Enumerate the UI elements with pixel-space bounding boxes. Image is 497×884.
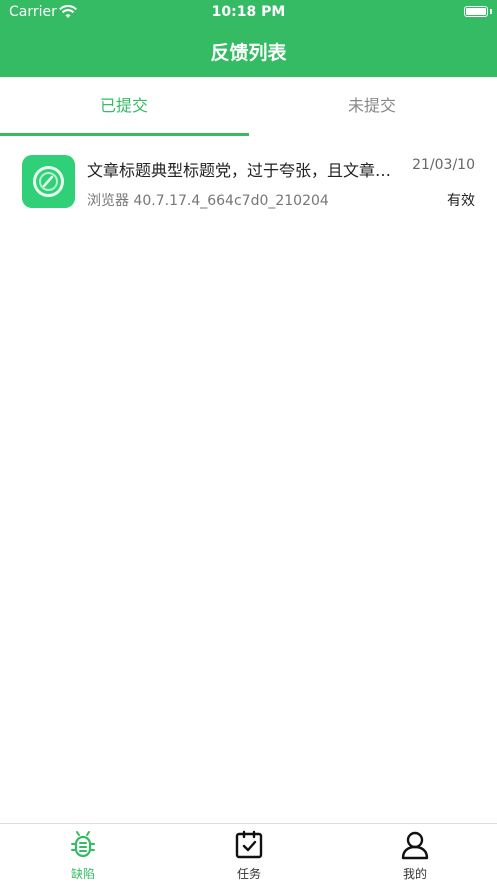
segment-tabs: 已提交 未提交	[0, 77, 497, 137]
feedback-status: 有效	[447, 193, 475, 209]
header: Carrier 10:18 PM 反馈列表	[0, 0, 497, 77]
battery-icon	[464, 6, 488, 17]
tabbar-label-me: 我的	[402, 867, 427, 881]
task-clipboard-icon	[235, 830, 263, 859]
bottom-tab-bar: 缺陷 任务 我的	[0, 823, 497, 883]
tabbar-item-tasks[interactable]: 任务	[166, 824, 332, 884]
page-title: 反馈列表	[210, 42, 287, 64]
tab-submitted[interactable]: 已提交	[0, 77, 248, 137]
feedback-version: 浏览器 40.7.17.4_664c7d0_210204	[87, 193, 329, 209]
tabbar-label-tasks: 任务	[236, 867, 261, 881]
feedback-title: 文章标题典型标题党，过于夸张，且文章内容与标题不符	[87, 161, 405, 180]
battery-cap	[490, 9, 492, 14]
user-icon	[401, 831, 429, 860]
bug-icon	[71, 831, 95, 858]
tabbar-item-me[interactable]: 我的	[332, 824, 497, 884]
browser-app-icon	[22, 155, 75, 208]
active-tab-indicator	[0, 133, 249, 136]
feedback-date: 21/03/10	[412, 157, 475, 173]
status-bar: Carrier 10:18 PM	[0, 0, 497, 26]
status-time: 10:18 PM	[211, 4, 286, 20]
tabbar-label-bugs: 缺陷	[70, 867, 95, 881]
tabbar-item-bugs[interactable]: 缺陷	[0, 824, 166, 884]
tab-unsubmitted[interactable]: 未提交	[248, 77, 496, 137]
feedback-list-item[interactable]: 文章标题典型标题党，过于夸张，且文章内容与标题不符 21/03/10 浏览器 4…	[0, 140, 497, 224]
